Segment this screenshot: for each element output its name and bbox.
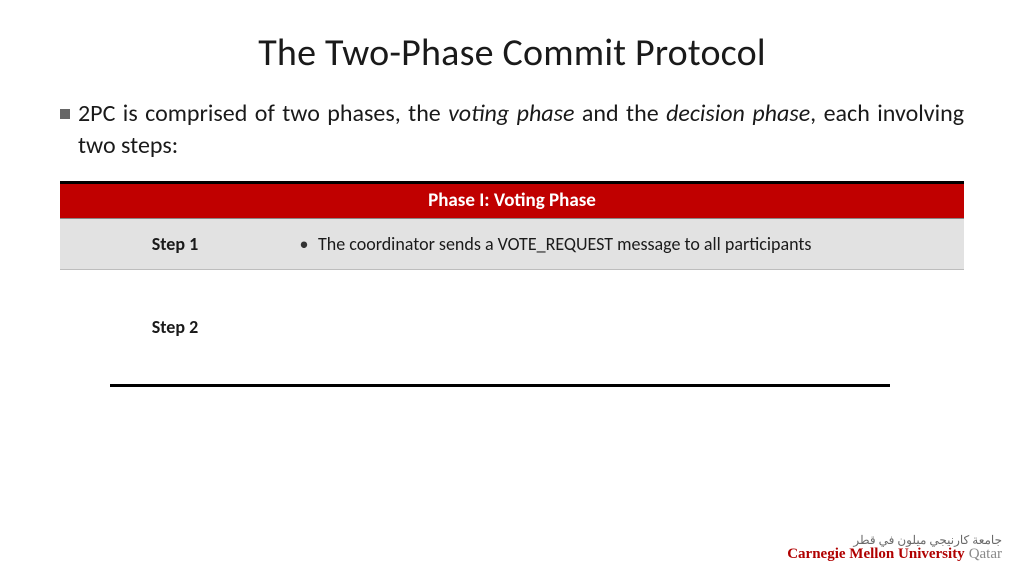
step-2-label: Step 2 [60,316,290,338]
phase-box: Phase I: Voting Phase Step 1 The coordin… [60,181,964,270]
bullet-square-icon [60,109,70,119]
footer-logo: جامعة كارنيجي ميلون في قطر Carnegie Mell… [787,534,1002,562]
intro-emph-decision: decision phase [666,99,810,128]
phase-header: Phase I: Voting Phase [60,184,964,219]
step-1-text: The coordinator sends a VOTE_REQUEST mes… [318,233,811,255]
footer-arabic: جامعة كارنيجي ميلون في قطر [787,534,1002,546]
step-2-row: Step 2 [60,316,964,338]
slide: The Two-Phase Commit Protocol 2PC is com… [0,0,1024,576]
horizontal-rule [110,384,890,387]
step-1-row: Step 1 The coordinator sends a VOTE_REQU… [60,219,964,270]
footer-campus: Qatar [969,547,1002,562]
intro-emph-voting: voting phase [448,99,574,128]
footer-brand-row: Carnegie Mellon University Qatar [787,547,1002,562]
slide-title: The Two-Phase Commit Protocol [60,30,964,76]
bullet-dot-icon [290,233,318,255]
intro-mid: and the [574,99,666,128]
intro-bullet: 2PC is comprised of two phases, the voti… [60,98,964,163]
intro-text: 2PC is comprised of two phases, the voti… [78,98,964,163]
step-1-body: The coordinator sends a VOTE_REQUEST mes… [290,219,964,269]
step-1-label: Step 1 [60,219,290,269]
intro-prefix: 2PC is comprised of two phases, the [78,99,448,128]
footer-brand: Carnegie Mellon University [787,547,964,562]
